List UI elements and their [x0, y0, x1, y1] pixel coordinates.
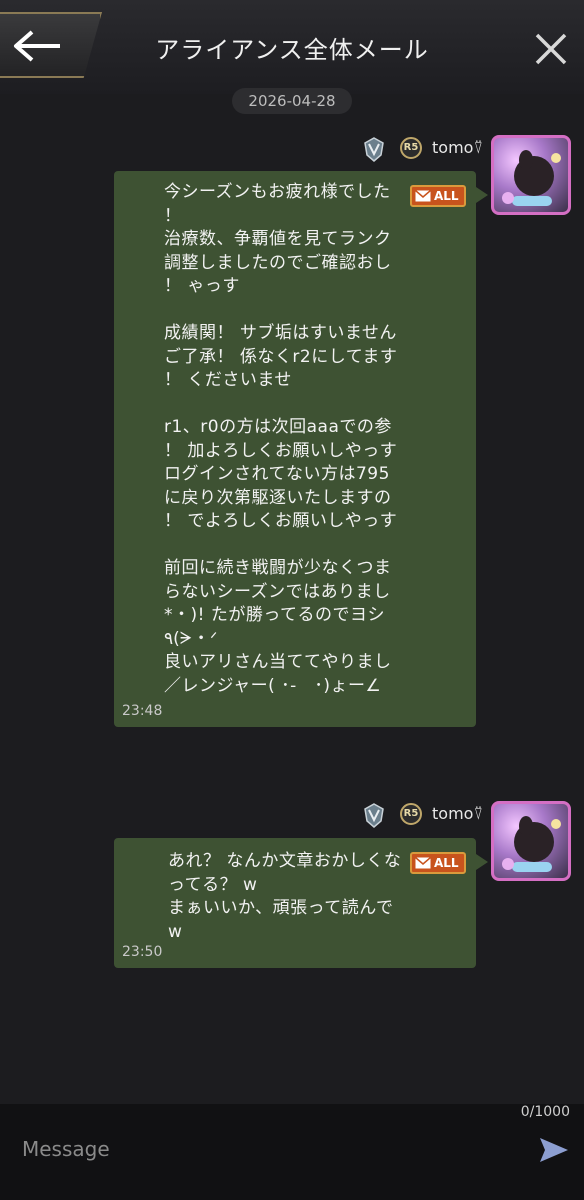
mail-thread[interactable]: 2026-04-28 R5 tomo⍢ ALL 今シーズンもお疲れ様でした ！ … — [0, 88, 584, 1104]
mail-icon — [415, 190, 431, 202]
all-badge-label: ALL — [434, 856, 459, 870]
avatar-image — [502, 150, 561, 206]
alliance-emblem-icon — [364, 137, 384, 162]
rank-badge-icon: R5 — [400, 803, 422, 825]
alliance-emblem-icon — [364, 803, 384, 828]
message-bubble[interactable]: ALL あれ？ なんか文章おかしくな ってる？ w まぁいいか、頑張って読んで … — [114, 838, 488, 968]
message-bubble[interactable]: ALL 今シーズンもお疲れ様でした ！ 治療数、争覇値を見てランク 調整しました… — [114, 171, 488, 727]
mail-icon — [415, 857, 431, 869]
message-time: 23:48 — [122, 703, 163, 719]
send-icon[interactable] — [536, 1134, 572, 1166]
back-arrow-icon — [14, 30, 60, 62]
all-badge: ALL — [410, 852, 466, 874]
date-label: 2026-04-28 — [232, 88, 352, 114]
sender-avatar[interactable] — [491, 135, 571, 215]
back-button[interactable] — [0, 12, 102, 78]
close-button[interactable] — [532, 30, 570, 68]
all-badge: ALL — [410, 185, 466, 207]
rank-badge-icon: R5 — [400, 137, 422, 159]
sender-name[interactable]: tomo⍢ — [432, 138, 483, 158]
close-icon — [535, 33, 567, 65]
message-text: あれ？ なんか文章おかしくな ってる？ w まぁいいか、頑張って読んで w — [168, 851, 402, 942]
character-counter: 0/1000 — [520, 1104, 570, 1120]
message-input[interactable] — [20, 1130, 504, 1168]
message-time: 23:50 — [122, 944, 163, 960]
page-title: アライアンス全体メール — [155, 36, 429, 64]
sender-name[interactable]: tomo⍢ — [432, 804, 483, 824]
message-composer: 0/1000 — [0, 1104, 584, 1200]
all-badge-label: ALL — [434, 189, 459, 203]
sender-avatar[interactable] — [491, 801, 571, 881]
message-text: 今シーズンもお疲れ様でした ！ 治療数、争覇値を見てランク 調整しましたのでご確… — [164, 182, 398, 696]
top-bar: アライアンス全体メール — [0, 0, 584, 94]
avatar-image — [502, 816, 561, 872]
